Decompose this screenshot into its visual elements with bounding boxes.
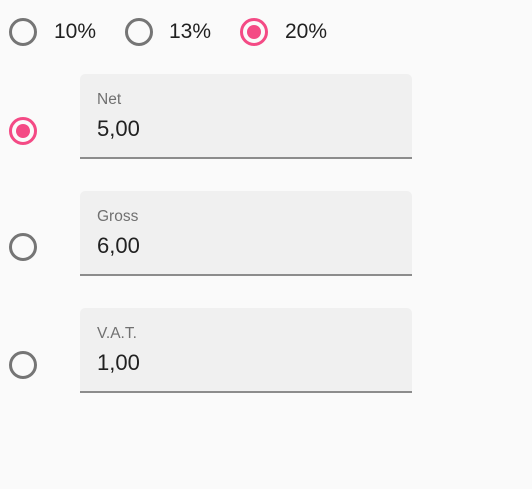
- vat-calculator: 10% 13% 20% Net 5,00 Gross 6,00 V.A.T. 1…: [0, 0, 532, 489]
- vat-select-radio[interactable]: [9, 351, 37, 379]
- net-field-label: Net: [97, 91, 122, 108]
- rate-20-radio[interactable]: [240, 18, 268, 46]
- radio-dot-icon: [247, 25, 261, 39]
- net-select-radio[interactable]: [9, 117, 37, 145]
- vat-field-value[interactable]: 1,00: [97, 350, 140, 376]
- net-field-value[interactable]: 5,00: [97, 116, 140, 142]
- rate-13-radio[interactable]: [125, 18, 153, 46]
- gross-field-label: Gross: [97, 208, 139, 225]
- rate-20-label[interactable]: 20%: [285, 20, 327, 44]
- rate-10-radio[interactable]: [9, 18, 37, 46]
- rate-13-label[interactable]: 13%: [169, 20, 211, 44]
- gross-field-value[interactable]: 6,00: [97, 233, 140, 259]
- rate-10-label[interactable]: 10%: [54, 20, 96, 44]
- gross-select-radio[interactable]: [9, 233, 37, 261]
- vat-field[interactable]: V.A.T. 1,00: [80, 308, 412, 393]
- vat-field-label: V.A.T.: [97, 325, 137, 342]
- radio-dot-icon: [16, 124, 30, 138]
- net-field[interactable]: Net 5,00: [80, 74, 412, 159]
- gross-field[interactable]: Gross 6,00: [80, 191, 412, 276]
